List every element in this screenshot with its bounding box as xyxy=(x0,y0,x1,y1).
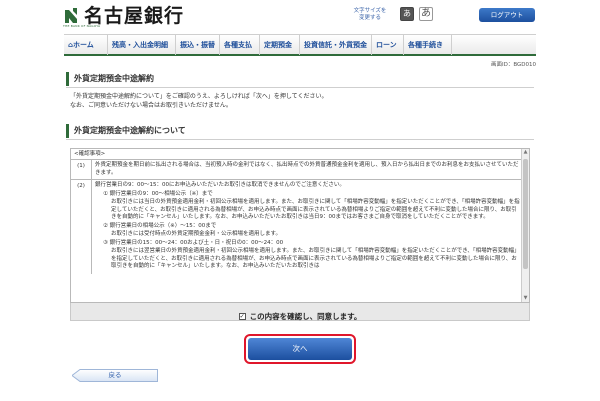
back-button[interactable]: 戻る xyxy=(72,369,158,382)
terms-subheading: ③ 銀行営業日の15：00～24：00および土・日・祝日の0：00～24：00 xyxy=(103,239,284,246)
nav-item-payment[interactable]: 各種支払 xyxy=(220,35,260,55)
terms-scroll-box[interactable]: <確認事項> (1) 外貨定期預金を期日前に払出される場合は、当初預入時の金利で… xyxy=(70,148,530,303)
next-button[interactable]: 次へ xyxy=(248,338,352,360)
page-title: 外貨定期預金中途解約 xyxy=(66,72,534,86)
nav-item-transfer[interactable]: 振込・振替 xyxy=(176,35,220,55)
terms-line: お取引きには当日の外貨預金適用金利・初回公示相場を適用します。また、お取引きに関… xyxy=(111,199,520,220)
section-title: 外貨定期預金中途解約について xyxy=(66,124,534,138)
intro-line-1: 「外貨定期預金中途解約について」をご確認のうえ、よろしければ「次へ」を押してくだ… xyxy=(70,93,328,100)
scroll-thumb[interactable] xyxy=(523,159,528,269)
screen-id: 画面ID：BGD010 xyxy=(490,62,536,68)
agree-checkbox[interactable]: ✓ xyxy=(238,313,246,320)
agree-checkbox-label[interactable]: この内容を確認し、同意します。 xyxy=(250,311,362,322)
header: THE BANK OF NAGOYA 名古屋銀行 文字サイズを 変更する あ あ… xyxy=(0,0,600,34)
terms-line: お取引きには翌営業日の外貨預金適用金利・初回公示相場を適用します。また、お取引き… xyxy=(111,248,520,269)
font-size-small-button[interactable]: あ xyxy=(400,7,414,21)
terms-item-number: (1) xyxy=(71,160,92,179)
terms-item-text: 銀行営業日の9：00～15：00にお申込みいただいたお取引きは取消できませんので… xyxy=(92,180,523,274)
nav-item-procedures[interactable]: 各種手続き xyxy=(404,35,452,55)
terms-item: (1) 外貨定期預金を期日前に払出される場合は、当初預入時の金利ではなく、払出時… xyxy=(71,159,523,179)
terms-content: <確認事項> (1) 外貨定期預金を期日前に払出される場合は、当初預入時の金利で… xyxy=(71,149,523,274)
font-size-label: 文字サイズを 変更する xyxy=(353,8,387,21)
global-nav: ⌂ホーム 残高・入出金明細 振込・振替 各種支払 定期預金 投資信託・外貨預金 … xyxy=(64,34,536,56)
bank-logo-icon xyxy=(65,8,77,23)
terms-scrollbar[interactable]: ▲ ▼ xyxy=(521,149,529,302)
terms-line: 銀行営業日の9：00～15：00にお申込みいただいたお取引きは取消できませんので… xyxy=(95,182,345,188)
agree-checkbox-group[interactable]: ✓ この内容を確認し、同意します。 xyxy=(238,308,362,326)
terms-caption: <確認事項> xyxy=(74,151,106,157)
logout-button[interactable]: ログアウト xyxy=(479,8,535,22)
back-button-label[interactable]: 戻る xyxy=(72,369,158,382)
terms-line: お取引きには受付時点の外貨定期預金金利・公示相場を適用します。 xyxy=(111,231,281,237)
nav-item-loan[interactable]: ローン xyxy=(372,35,404,55)
terms-subheading: ② 銀行営業日の相場公示（※）～15：00まで xyxy=(103,222,217,229)
divider xyxy=(66,87,534,88)
nav-item-label: ホーム xyxy=(73,41,94,49)
scroll-down-icon[interactable]: ▼ xyxy=(522,295,529,302)
intro-line-2: なお、ご同意いただけない場合はお取引きいただけません。 xyxy=(70,102,232,109)
agree-checkbox-bar[interactable]: ✓ この内容を確認し、同意します。 xyxy=(70,303,530,321)
nav-item-investment[interactable]: 投資信託・外貨預金 xyxy=(300,35,372,55)
divider xyxy=(66,139,534,140)
terms-item-text: 外貨定期預金を期日前に払出される場合は、当初預入時の金利ではなく、払出時点での外… xyxy=(95,162,519,176)
nav-item-balance[interactable]: 残高・入出金明細 xyxy=(108,35,176,55)
terms-subheading: ① 銀行営業日の9：00～相場公示（※）まで xyxy=(103,190,213,197)
font-size-large-button[interactable]: あ xyxy=(419,7,433,21)
scroll-up-icon[interactable]: ▲ xyxy=(522,149,529,156)
terms-item: (2) 銀行営業日の9：00～15：00にお申込みいただいたお取引きは取消できま… xyxy=(71,179,523,274)
bank-name: 名古屋銀行 xyxy=(84,5,185,27)
nav-item-time-deposit[interactable]: 定期預金 xyxy=(260,35,300,55)
nav-item-home[interactable]: ⌂ホーム xyxy=(64,35,108,55)
terms-item-number: (2) xyxy=(71,180,92,274)
intro-text: 「外貨定期預金中途解約について」をご確認のうえ、よろしければ「次へ」を押してくだ… xyxy=(70,92,327,110)
